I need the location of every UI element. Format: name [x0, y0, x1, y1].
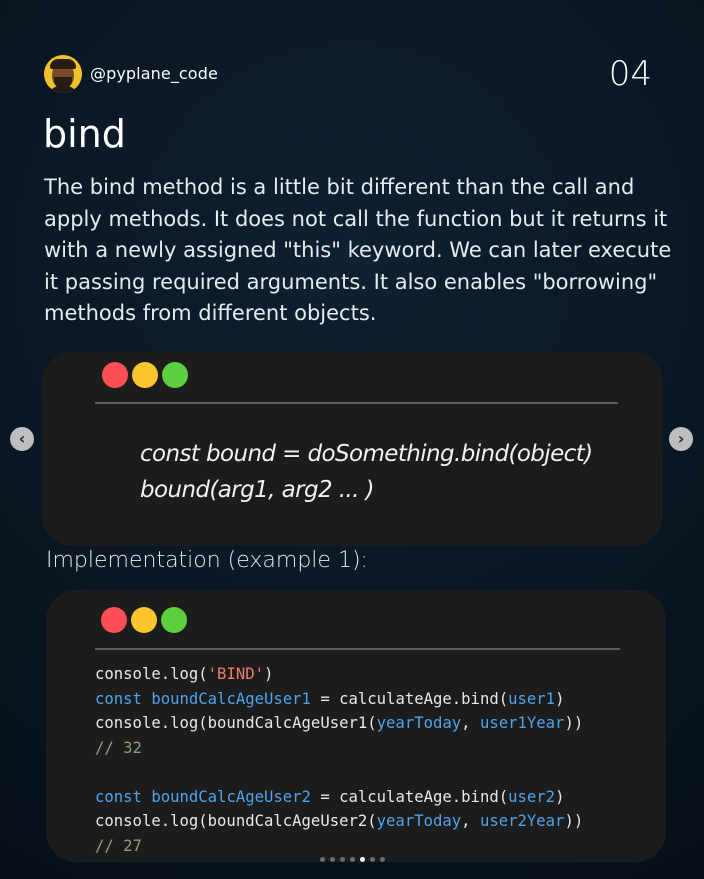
example-code-window: console.log('BIND') const boundCalcAgeUse… [46, 590, 666, 862]
chevron-right-icon[interactable]: › [669, 427, 693, 451]
code-token: = calculateAge.bind( [310, 787, 509, 806]
chevron-left-icon[interactable]: ‹ [10, 427, 34, 451]
code-token: boundCalcAgeUser1 [151, 689, 311, 708]
window-divider [95, 402, 618, 404]
code-token: )) [564, 714, 584, 732]
code-line: console.log(boundCalcAgeUser2(yearToday,… [95, 809, 583, 834]
syntax-code-window: const bound = doSomething.bind(object) b… [42, 352, 663, 546]
code-token: , [461, 812, 480, 830]
pagination-dot[interactable] [360, 857, 365, 862]
code-line: console.log(boundCalcAgeUser1(yearToday,… [95, 711, 583, 736]
pagination-dot[interactable] [380, 857, 385, 862]
code-token: ) [555, 689, 565, 708]
code-token: ) [555, 787, 565, 806]
section-label: Implementation (example 1): [46, 548, 368, 573]
minimize-dot-icon [131, 607, 157, 633]
code-line: // 32 [95, 736, 583, 761]
code-token: , [461, 714, 480, 732]
code-token: console.log( [95, 665, 208, 683]
carousel-pagination [320, 857, 385, 862]
code-token: // 32 [95, 738, 142, 757]
code-token: 'BIND' [207, 665, 265, 683]
code-token: console.log(boundCalcAgeUser1( [95, 714, 377, 732]
code-token: boundCalcAgeUser2 [151, 787, 311, 806]
code-token: const [95, 689, 152, 708]
code-token: user1 [508, 689, 556, 708]
code-token: // 27 [95, 836, 142, 855]
close-dot-icon [101, 607, 127, 633]
code-line: const boundCalcAgeUser1 = calculateAge.b… [95, 687, 583, 712]
syntax-code: const bound = doSomething.bind(object) b… [140, 436, 593, 508]
author-avatar[interactable] [44, 55, 82, 93]
window-divider [95, 648, 620, 650]
code-token: user1Year [479, 714, 565, 732]
author-handle[interactable]: @pyplane_code [90, 64, 218, 83]
carousel-slide: @pyplane_code 04 bind The bind method is… [0, 0, 704, 879]
window-controls [102, 362, 188, 388]
code-token: ) [264, 665, 274, 683]
page-number: 04 [608, 54, 652, 94]
syntax-line: const bound = doSomething.bind(object) [140, 441, 593, 467]
code-token: user2 [508, 787, 556, 806]
code-token: console.log(boundCalcAgeUser2( [95, 812, 377, 830]
window-controls [101, 607, 187, 633]
code-token: = calculateAge.bind( [310, 689, 509, 708]
code-token: yearToday [376, 714, 462, 732]
maximize-dot-icon [161, 607, 187, 633]
syntax-line: bound(arg1, arg2 ... ) [140, 477, 375, 503]
slide-title: bind [43, 112, 126, 156]
pagination-dot[interactable] [370, 857, 375, 862]
pagination-dot[interactable] [320, 857, 325, 862]
code-line: // 27 [95, 834, 583, 859]
slide-description: The bind method is a little bit differen… [44, 175, 672, 325]
pagination-dot[interactable] [340, 857, 345, 862]
maximize-dot-icon [162, 362, 188, 388]
example-code: console.log('BIND') const boundCalcAgeUse… [95, 662, 583, 858]
code-token: const [95, 787, 152, 806]
pagination-dot[interactable] [330, 857, 335, 862]
minimize-dot-icon [132, 362, 158, 388]
close-dot-icon [102, 362, 128, 388]
code-token: user2Year [479, 812, 565, 830]
code-line: const boundCalcAgeUser2 = calculateAge.b… [95, 785, 583, 810]
code-line: console.log('BIND') [95, 662, 583, 687]
code-token: yearToday [376, 812, 462, 830]
code-token: )) [564, 812, 584, 830]
pagination-dot[interactable] [350, 857, 355, 862]
